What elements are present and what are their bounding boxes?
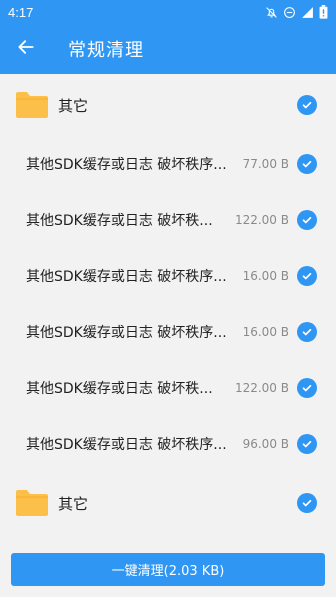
list-item[interactable]: 其他SDK缓存或日志 破坏秩序... 16.00 B — [0, 248, 336, 304]
folder-icon — [14, 488, 50, 518]
checkmark-icon — [302, 216, 312, 224]
checkmark-icon — [302, 101, 312, 109]
item-checkbox[interactable] — [297, 266, 317, 286]
item-size: 16.00 B — [242, 269, 289, 283]
status-time: 4:17 — [8, 4, 34, 20]
item-size: 16.00 B — [242, 325, 289, 339]
item-size: 122.00 B — [234, 381, 289, 395]
group-row-other[interactable]: 其它 — [0, 74, 336, 136]
item-size: 122.00 B — [234, 213, 289, 227]
list-item[interactable]: 其他SDK缓存或日志 破坏秩... 122.00 B — [0, 360, 336, 416]
checkmark-icon — [302, 160, 312, 168]
item-title: 其他SDK缓存或日志 破坏秩序... — [26, 437, 227, 453]
list-item[interactable]: 其他SDK缓存或日志 破坏秩... 122.00 B — [0, 192, 336, 248]
list-item[interactable]: 其他SDK缓存或日志 破坏秩序... 16.00 B — [0, 304, 336, 360]
arrow-left-icon — [16, 37, 36, 61]
item-checkbox[interactable] — [297, 154, 317, 174]
item-title: 其他SDK缓存或日志 破坏秩序... — [26, 157, 227, 173]
item-size: 77.00 B — [242, 157, 289, 171]
app-bar: 常规清理 — [0, 24, 336, 74]
item-checkbox[interactable] — [297, 210, 317, 230]
checkmark-icon — [302, 440, 312, 448]
checkmark-icon — [302, 384, 312, 392]
status-icons — [265, 5, 328, 19]
item-checkbox[interactable] — [297, 434, 317, 454]
item-title: 其他SDK缓存或日志 破坏秩... — [26, 381, 213, 397]
checkmark-icon — [302, 328, 312, 336]
status-bar: 4:17 — [0, 0, 336, 24]
item-title: 其他SDK缓存或日志 破坏秩... — [26, 213, 213, 229]
list-item[interactable]: 其他SDK缓存或日志 破坏秩序... 77.00 B — [0, 136, 336, 192]
folder-icon — [14, 90, 50, 120]
do-not-disturb-icon — [283, 6, 296, 19]
one-click-clean-button[interactable]: 一键清理(2.03 KB) — [11, 553, 325, 586]
clean-button-label: 一键清理(2.03 KB) — [111, 564, 225, 579]
item-checkbox[interactable] — [297, 378, 317, 398]
item-checkbox[interactable] — [297, 322, 317, 342]
checkmark-icon — [302, 272, 312, 280]
back-button[interactable] — [0, 24, 52, 74]
item-size: 96.00 B — [242, 437, 289, 451]
group-row-other[interactable]: 其它 — [0, 472, 336, 534]
item-title: 其他SDK缓存或日志 破坏秩序... — [26, 325, 227, 341]
cleanup-list: 其它 其他SDK缓存或日志 破坏秩序... 77.00 B 其他SDK缓存或日志… — [0, 74, 336, 534]
group-label: 其它 — [58, 96, 89, 115]
item-title: 其他SDK缓存或日志 破坏秩序... — [26, 269, 227, 285]
list-item[interactable]: 其他SDK缓存或日志 破坏秩序... 96.00 B — [0, 416, 336, 472]
group-label: 其它 — [58, 494, 89, 513]
battery-icon — [319, 5, 328, 19]
group-checkbox[interactable] — [297, 493, 317, 513]
checkmark-icon — [302, 499, 312, 507]
bell-off-icon — [265, 6, 278, 19]
signal-icon — [301, 6, 314, 19]
group-checkbox[interactable] — [297, 95, 317, 115]
page-title: 常规清理 — [68, 40, 144, 61]
